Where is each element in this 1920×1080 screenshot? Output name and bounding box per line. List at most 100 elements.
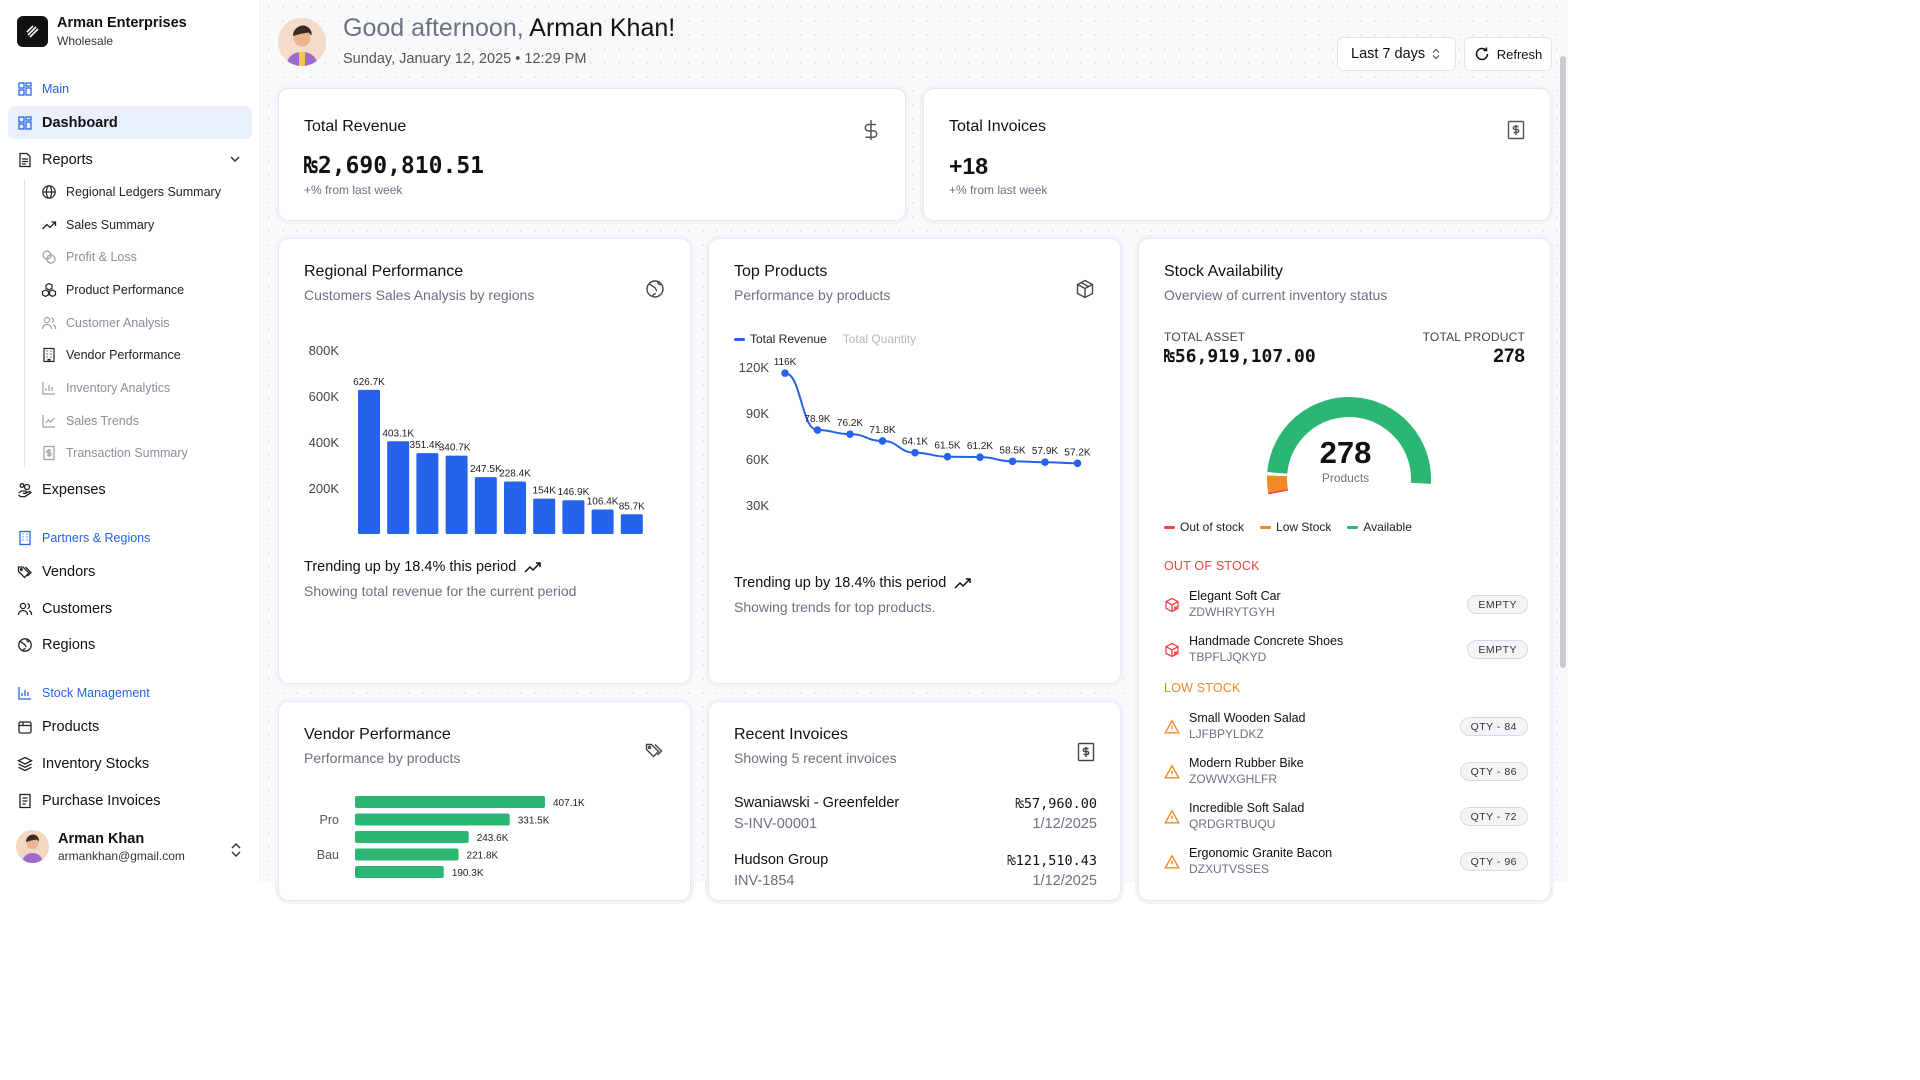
scrollbar-thumb[interactable] [1560,56,1566,668]
top-products-trend-sub: Showing trends for top products. [734,599,936,615]
layers-icon [17,756,33,771]
section-stock-label: Stock Management [42,686,150,700]
stock-badge: QTY - 72 [1459,807,1528,826]
refresh-icon [1475,47,1488,61]
data-label: 71.8K [869,425,895,436]
sub-product-performance-label: Product Performance [66,283,185,297]
brand[interactable]: Arman Enterprises Wholesale [17,15,187,48]
regional-trend: Trending up by 18.4% this period [304,559,542,575]
alert-triangle-icon [1164,764,1180,779]
sub-product-performance[interactable]: Product Performance [41,279,184,301]
chevron-down-icon[interactable] [228,152,242,166]
layout-grid-icon [18,82,32,96]
greeting-prefix: Good afternoon, [343,14,524,42]
date-range-select[interactable]: Last 7 days [1337,37,1456,71]
out-of-stock-title: OUT OF STOCK [1164,559,1260,573]
legend-total-revenue[interactable]: Total Revenue [734,332,827,346]
chevrons-up-down-icon[interactable] [229,841,243,859]
sub-customer-analysis[interactable]: Customer Analysis [41,312,170,334]
gauge-value: 278 [1319,435,1372,470]
sub-sales-summary[interactable]: Sales Summary [41,214,154,236]
stock-item[interactable]: Incredible Soft Salad QRDGRTBUQU QTY - 7… [1164,801,1528,839]
top-products-trend: Trending up by 18.4% this period [734,575,972,591]
sub-vendor-performance-label: Vendor Performance [66,348,181,362]
legend-swatch [734,337,745,341]
receipt-icon [1507,120,1525,140]
sidebar: Arman Enterprises Wholesale Main Dashboa… [0,0,261,882]
recent-invoices-title: Recent Invoices [734,726,848,743]
sub-transaction-summary[interactable]: Transaction Summary [41,442,188,464]
sub-vendor-performance[interactable]: Vendor Performance [41,344,181,366]
stock-item[interactable]: Modern Rubber Bike ZOWWXGHLFR QTY - 86 [1164,756,1528,794]
data-point [1008,457,1017,466]
nav-products[interactable]: Products [8,710,252,743]
total-invoices-title: Total Invoices [949,118,1046,135]
stock-item[interactable]: Ergonomic Granite Bacon DZXUTVSSES QTY -… [1164,846,1528,884]
stock-item[interactable]: Small Wooden Salad LJFBPYLDKZ QTY - 84 [1164,711,1528,749]
nav-purchase-invoices[interactable]: Purchase Invoices [8,784,252,817]
total-asset-value: ₨56,919,107.00 [1164,346,1316,367]
sub-sales-trends[interactable]: Sales Trends [41,410,139,432]
sub-sales-trends-label: Sales Trends [66,414,139,428]
legend-available: Available [1347,520,1412,534]
bar-chart-icon [18,687,31,700]
users-icon [41,316,57,330]
total-product-value: 278 [1493,346,1525,367]
file-text-icon [19,152,31,167]
bar-value-label: 403.1K [382,428,414,439]
invoice-customer: Hudson Group [734,852,829,868]
stock-item-sku: DZXUTVSSES [1189,862,1270,876]
nav-dashboard[interactable]: Dashboard [8,106,252,139]
total-asset-label: TOTAL ASSET [1164,330,1246,344]
greeting-avatar [278,18,326,66]
page-scrollbar[interactable] [1558,0,1568,882]
stock-badge: EMPTY [1467,595,1528,614]
sub-sales-summary-label: Sales Summary [66,218,155,232]
nav-reports-label: Reports [42,151,93,168]
low-stock-title: LOW STOCK [1164,681,1241,695]
stock-item-name: Modern Rubber Bike [1189,756,1304,770]
stock-availability-card: Stock Availability Overview of current i… [1138,238,1551,901]
bar [533,498,556,534]
nav-customers[interactable]: Customers [8,592,252,625]
category-label: Pro [320,813,340,827]
sub-regional-ledgers[interactable]: Regional Ledgers Summary [41,181,221,203]
bar [416,453,439,534]
nav-expenses[interactable]: Expenses [8,473,252,506]
invoice-amount: ₨121,510.43 [1007,853,1097,869]
vendor-title: Vendor Performance [304,726,451,743]
nav-reports[interactable]: Reports [8,143,252,176]
receipt-icon [1077,742,1095,762]
regional-subtitle: Customers Sales Analysis by regions [304,287,535,303]
y-tick-label: 200K [309,481,340,496]
stock-item-name: Incredible Soft Salad [1189,801,1305,815]
nav-expenses-label: Expenses [42,481,106,498]
globe-icon [42,185,56,199]
refresh-label: Refresh [1496,46,1543,62]
data-point [846,430,854,438]
sub-inventory-analytics[interactable]: Inventory Analytics [41,377,170,399]
vendor-performance-card: Vendor Performance Performance by produc… [278,701,691,901]
nav-regions[interactable]: Regions [8,628,252,661]
top-products-title: Top Products [734,263,828,280]
bar [355,848,459,861]
stock-item[interactable]: Elegant Soft Car ZDWHRYTGYH EMPTY [1164,589,1528,627]
regional-title: Regional Performance [304,263,464,280]
top-products-trend-text: Trending up by 18.4% this period [734,575,947,591]
top-products-line-chart: 30K 60K 90K 120K 116K 78.9K 76.2K 71.8K 64.1K 61.… [739,357,1091,513]
stock-badge: QTY - 84 [1459,717,1528,736]
nav-inventory-stocks[interactable]: Inventory Stocks [8,747,252,780]
legend-total-quantity[interactable]: Total Quantity [843,332,916,346]
stock-item[interactable]: Handmade Concrete Shoes TBPFLJQKYD EMPTY [1164,634,1528,672]
data-point [911,448,919,457]
stock-badge: QTY - 86 [1459,762,1528,781]
stock-item-sku: QRDGRTBUQU [1189,817,1276,831]
user-profile[interactable]: Arman Khan armankhan@gmail.com [16,830,185,863]
section-main: Main [17,81,69,97]
nav-inventory-stocks-label: Inventory Stocks [42,755,150,772]
package-x-icon [1165,642,1179,658]
sub-profit-loss[interactable]: Profit & Loss [41,246,137,268]
bar [620,514,643,534]
nav-vendors[interactable]: Vendors [8,555,252,588]
refresh-button[interactable]: Refresh [1464,37,1552,71]
